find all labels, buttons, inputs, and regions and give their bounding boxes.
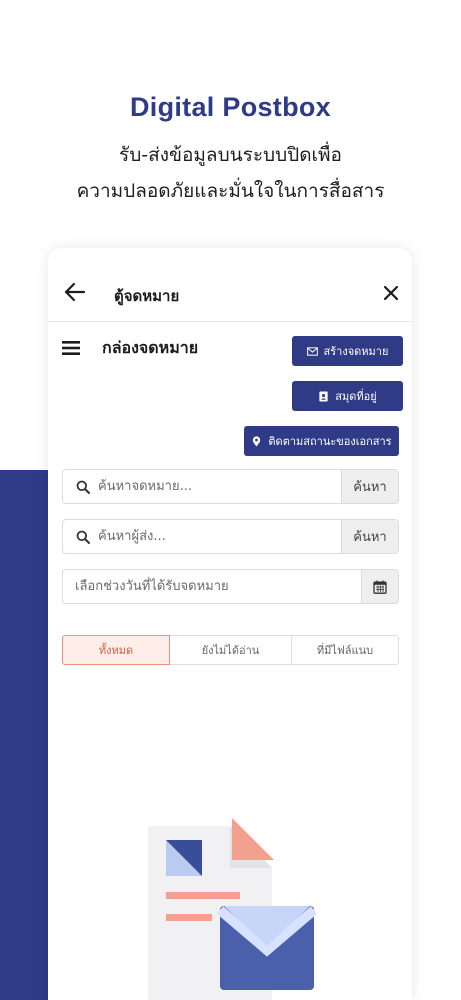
date-range-picker xyxy=(62,569,399,604)
sender-search-input[interactable] xyxy=(90,520,341,553)
date-range-input[interactable] xyxy=(63,570,361,603)
sender-search-button[interactable]: ค้นหา xyxy=(341,520,398,553)
background-navy-strip xyxy=(0,470,48,1000)
calendar-icon xyxy=(373,580,387,594)
app-bar-title: ตู้จดหมาย xyxy=(114,287,180,305)
compose-mail-label: สร้างจดหมาย xyxy=(323,345,389,358)
tab-attachments[interactable]: ที่มีไฟล์แนบ xyxy=(292,635,399,665)
search-icon xyxy=(76,530,90,544)
mail-search-bar: ค้นหา xyxy=(62,469,399,504)
sender-search-bar: ค้นหา xyxy=(62,519,399,554)
track-document-label: ติดตามสถานะของเอกสาร xyxy=(268,435,392,448)
mail-search-button[interactable]: ค้นหา xyxy=(341,470,398,503)
map-pin-icon xyxy=(253,435,261,447)
hero-title: Digital Postbox xyxy=(129,92,331,122)
arrow-left-icon[interactable] xyxy=(64,282,86,302)
app-screen: ตู้จดหมาย กล่องจดหมาย สร้างจดหมาย สมุดที… xyxy=(48,248,412,1000)
top-app-bar: ตู้จดหมาย xyxy=(48,248,412,322)
mail-search-input[interactable] xyxy=(90,470,341,503)
hamburger-menu-icon[interactable] xyxy=(62,340,80,356)
hero-subtitle-line1: รับ-ส่งข้อมูลบนระบบปิดเพื่อ xyxy=(119,144,342,166)
mail-filter-tabs: ทั้งหมด ยังไม่ได้อ่าน ที่มีไฟล์แนบ xyxy=(62,635,399,665)
track-document-button[interactable]: ติดตามสถานะของเอกสาร xyxy=(244,426,399,456)
tab-unread[interactable]: ยังไม่ได้อ่าน xyxy=(170,635,292,665)
envelope-icon xyxy=(306,346,318,356)
page-title: กล่องจดหมาย xyxy=(102,338,199,357)
address-book-label: สมุดที่อยู่ xyxy=(335,390,377,403)
hero-subtitle-line2: ความปลอดภัยและมั่นใจในการสื่อสาร xyxy=(76,180,385,202)
address-book-icon xyxy=(319,390,328,402)
empty-mailbox-illustration xyxy=(148,818,318,1000)
compose-mail-button[interactable]: สร้างจดหมาย xyxy=(292,336,403,366)
address-book-button[interactable]: สมุดที่อยู่ xyxy=(292,381,403,411)
close-icon[interactable] xyxy=(382,284,400,302)
search-icon xyxy=(76,480,90,494)
calendar-button[interactable] xyxy=(361,570,398,603)
tab-all[interactable]: ทั้งหมด xyxy=(62,635,170,665)
